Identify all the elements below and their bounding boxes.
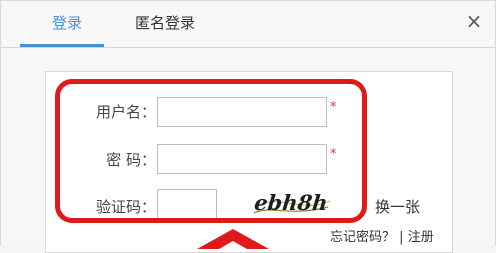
username-input[interactable] bbox=[157, 97, 327, 127]
link-separator: | bbox=[399, 230, 404, 245]
tab-bar: 登录 匿名登录 × bbox=[1, 1, 495, 48]
active-tab-indicator bbox=[20, 44, 104, 47]
red-arrow-icon bbox=[197, 229, 269, 249]
login-dialog: 登录 匿名登录 × 用户名： * 密 码： * 验证码： ebh8h 换一张 忘… bbox=[0, 0, 496, 253]
username-label: 用户名： bbox=[95, 103, 156, 121]
tab-anonymous-login[interactable]: 匿名登录 bbox=[135, 13, 195, 33]
captcha-text: ebh8h bbox=[253, 190, 329, 215]
forgot-password-link[interactable]: 忘记密码？ bbox=[330, 230, 395, 245]
password-required-mark: * bbox=[330, 147, 337, 162]
tab-login[interactable]: 登录 bbox=[52, 13, 82, 33]
captcha-label: 验证码： bbox=[95, 198, 156, 216]
captcha-input[interactable] bbox=[157, 189, 217, 219]
username-required-mark: * bbox=[330, 100, 337, 115]
close-icon[interactable]: × bbox=[463, 10, 485, 32]
bottom-links: 忘记密码？ | 注册 bbox=[330, 230, 434, 246]
register-link[interactable]: 注册 bbox=[408, 230, 434, 245]
captcha-image[interactable]: ebh8h bbox=[250, 187, 332, 219]
password-input[interactable] bbox=[157, 144, 327, 174]
refresh-captcha-link[interactable]: 换一张 bbox=[375, 197, 420, 217]
password-label: 密 码： bbox=[106, 151, 156, 169]
